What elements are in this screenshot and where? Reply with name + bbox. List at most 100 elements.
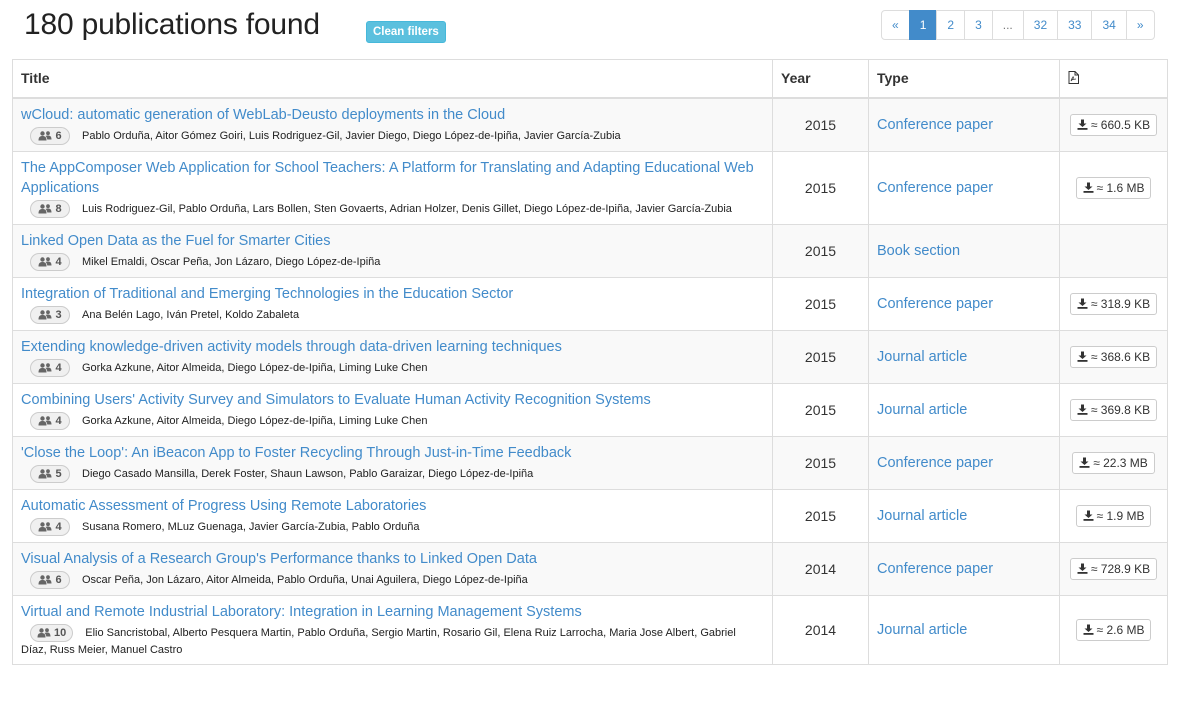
title-cell: Extending knowledge-driven activity mode… (12, 329, 773, 384)
author-count-badge: 4 (30, 517, 70, 536)
table-row: Visual Analysis of a Research Group's Pe… (12, 541, 1168, 596)
publication-type-link[interactable]: Conference paper (877, 561, 993, 577)
publication-type-link[interactable]: Journal article (877, 349, 967, 365)
download-pdf-button[interactable]: ≈ 728.9 KB (1069, 557, 1158, 580)
group-users-icon (38, 574, 55, 586)
author-list: Elio Sancristobal, Alberto Pesquera Mart… (21, 626, 736, 656)
type-cell: Conference paper (868, 97, 1060, 152)
group-users-icon (38, 203, 55, 215)
publication-title-link[interactable]: Visual Analysis of a Research Group's Pe… (21, 549, 764, 569)
type-cell: Journal article (868, 382, 1060, 437)
title-cell: Visual Analysis of a Research Group's Pe… (12, 541, 773, 596)
type-cell: Conference paper (868, 541, 1060, 596)
page-link-3[interactable]: 3 (964, 10, 993, 40)
table-row: Combining Users' Activity Survey and Sim… (12, 382, 1168, 437)
pdf-cell: ≈ 368.6 KB (1059, 329, 1168, 384)
publication-title-link[interactable]: Integration of Traditional and Emerging … (21, 284, 764, 304)
year-cell: 2015 (772, 150, 869, 225)
author-list: Pablo Orduña, Aitor Gómez Goiri, Luis Ro… (82, 129, 621, 142)
download-icon (1083, 623, 1097, 637)
pdf-cell: ≈ 318.9 KB (1059, 276, 1168, 331)
publication-type-link[interactable]: Book section (877, 243, 960, 259)
author-count: 6 (55, 573, 62, 586)
table-row: wCloud: automatic generation of WebLab-D… (12, 97, 1168, 152)
table-row: Virtual and Remote Industrial Laboratory… (12, 594, 1168, 665)
file-size: ≈ 369.8 KB (1090, 402, 1151, 417)
publication-type-link[interactable]: Journal article (877, 622, 967, 638)
year-cell: 2015 (772, 97, 869, 152)
file-size: ≈ 1.6 MB (1096, 180, 1145, 195)
download-pdf-button[interactable]: ≈ 369.8 KB (1069, 398, 1158, 421)
publication-type-link[interactable]: Journal article (877, 402, 967, 418)
page-link-33[interactable]: 33 (1057, 10, 1093, 40)
clean-filters-button[interactable]: Clean filters (366, 21, 446, 43)
file-size: ≈ 1.9 MB (1096, 508, 1145, 523)
publication-title-link[interactable]: Virtual and Remote Industrial Laboratory… (21, 602, 764, 622)
type-cell: Book section (868, 223, 1060, 278)
author-count: 10 (54, 626, 67, 639)
file-size: ≈ 660.5 KB (1090, 117, 1151, 132)
publication-title-link[interactable]: Extending knowledge-driven activity mode… (21, 337, 764, 357)
table-row: 'Close the Loop': An iBeacon App to Fost… (12, 435, 1168, 490)
author-count-badge: 4 (30, 411, 70, 430)
publication-title-link[interactable]: Linked Open Data as the Fuel for Smarter… (21, 231, 764, 251)
download-pdf-button[interactable]: ≈ 22.3 MB (1072, 451, 1155, 474)
publication-type-link[interactable]: Journal article (877, 508, 967, 524)
publication-title-link[interactable]: wCloud: automatic generation of WebLab-D… (21, 105, 764, 125)
author-list: Ana Belén Lago, Iván Pretel, Koldo Zabal… (82, 308, 300, 321)
publication-type-link[interactable]: Conference paper (877, 117, 993, 133)
author-count: 4 (55, 361, 62, 374)
publications-table: Title Year Type wCloud: automatic genera… (12, 59, 1168, 665)
publication-title-link[interactable]: Automatic Assessment of Progress Using R… (21, 496, 764, 516)
title-cell: The AppComposer Web Application for Scho… (12, 150, 773, 225)
results-header: 180 publications found Clean filters «1 2… (0, 0, 1178, 58)
authors-line: 5 Diego Casado Mansilla, Derek Foster, Sh… (21, 464, 764, 483)
year-cell: 2014 (772, 541, 869, 596)
pagination-next[interactable]: » (1125, 10, 1155, 40)
pdf-file-icon (1068, 70, 1079, 87)
authors-line: 4 Susana Romero, MLuz Guenaga, Javier Gar… (21, 517, 764, 536)
page-link-34[interactable]: 34 (1091, 10, 1127, 40)
group-users-icon (38, 521, 55, 533)
publication-type-link[interactable]: Conference paper (877, 180, 993, 196)
download-pdf-button[interactable]: ≈ 1.9 MB (1075, 504, 1152, 527)
author-count-badge: 5 (30, 464, 70, 483)
download-pdf-button[interactable]: ≈ 318.9 KB (1069, 292, 1158, 315)
file-size: ≈ 318.9 KB (1090, 296, 1151, 311)
title-cell: 'Close the Loop': An iBeacon App to Fost… (12, 435, 773, 490)
page-link-32[interactable]: 32 (1022, 10, 1059, 40)
page-link-2[interactable]: 2 (936, 10, 966, 40)
author-count: 3 (55, 308, 62, 321)
group-users-icon (38, 256, 55, 268)
publication-title-link[interactable]: The AppComposer Web Application for Scho… (21, 158, 764, 198)
author-count: 8 (55, 202, 62, 215)
author-list: Susana Romero, MLuz Guenaga, Javier Garc… (82, 520, 420, 533)
pdf-cell: ≈ 660.5 KB (1059, 97, 1168, 152)
type-cell: Conference paper (868, 276, 1060, 331)
download-pdf-button[interactable]: ≈ 1.6 MB (1075, 176, 1152, 199)
publication-title-link[interactable]: Combining Users' Activity Survey and Sim… (21, 390, 764, 410)
publication-title-link[interactable]: 'Close the Loop': An iBeacon App to Fost… (21, 443, 764, 463)
pdf-cell: ≈ 728.9 KB (1059, 541, 1168, 596)
year-cell: 2015 (772, 276, 869, 331)
type-cell: Journal article (868, 329, 1060, 384)
pagination-previous[interactable]: « (881, 10, 910, 40)
publication-type-link[interactable]: Conference paper (877, 296, 993, 312)
title-cell: Automatic Assessment of Progress Using R… (12, 488, 773, 543)
type-cell: Conference paper (868, 435, 1060, 490)
column-header-title[interactable]: Title (12, 59, 773, 99)
publication-type-link[interactable]: Conference paper (877, 455, 993, 471)
download-pdf-button[interactable]: ≈ 2.6 MB (1075, 618, 1152, 641)
download-icon (1077, 297, 1091, 311)
column-header-year[interactable]: Year (772, 59, 869, 99)
download-pdf-button[interactable]: ≈ 660.5 KB (1069, 113, 1158, 136)
author-list: Luis Rodriguez-Gil, Pablo Orduña, Lars B… (82, 202, 732, 215)
author-count-badge: 8 (30, 199, 70, 218)
authors-line: 10 Elio Sancristobal, Alberto Pesquera Ma… (21, 623, 764, 658)
column-header-type[interactable]: Type (868, 59, 1060, 99)
group-users-icon (38, 468, 55, 480)
download-icon (1077, 403, 1091, 417)
page-link-1[interactable]: 1 (908, 10, 938, 40)
page-title: 180 publications found (24, 8, 320, 41)
download-pdf-button[interactable]: ≈ 368.6 KB (1069, 345, 1158, 368)
